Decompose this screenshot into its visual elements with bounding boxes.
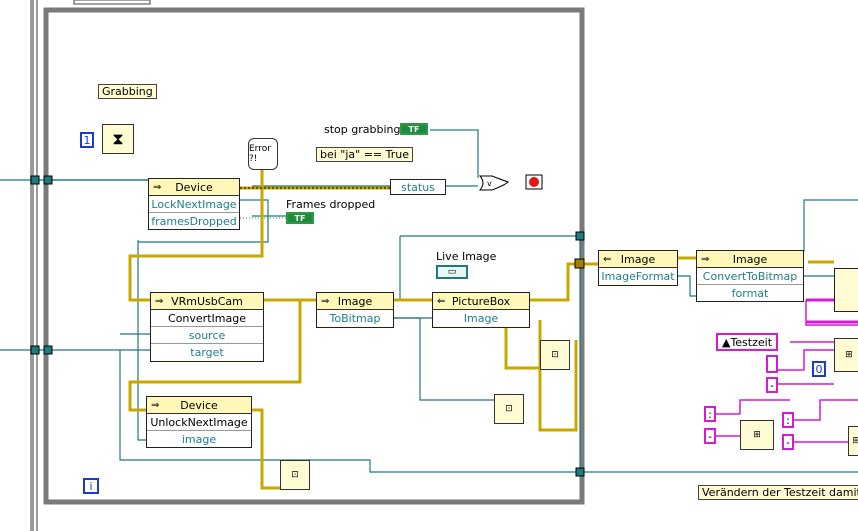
image-convert-node[interactable]: ⇒ Image ConvertToBitmap format [696, 250, 804, 302]
picturebox-prop[interactable]: Image [433, 310, 529, 326]
image-bitmap-method[interactable]: ToBitmap [317, 310, 393, 326]
image-convert-format[interactable]: format [697, 284, 803, 301]
device-unlock-method[interactable]: UnlockNextImage [147, 414, 251, 430]
pink-terminal: - [782, 434, 794, 450]
vrm-cam-node[interactable]: ⇒ VRmUsbCam ConvertImage source target [150, 292, 264, 362]
property-arrow-icon: ⇐ [603, 253, 612, 265]
frames-dropped-bool[interactable]: TF [286, 212, 314, 224]
picturebox-node[interactable]: ⇐ PictureBox Image [432, 292, 530, 328]
partial-node-right[interactable] [834, 268, 858, 312]
pink-terminal: : [704, 406, 716, 422]
pink-terminal: : [782, 412, 794, 428]
vrm-cam-target[interactable]: target [151, 343, 263, 360]
image-format-node[interactable]: ⇐ Image ImageFormat [598, 250, 678, 286]
device-unlock-image[interactable]: image [147, 430, 251, 447]
close-reference-icon[interactable]: ⊡ [540, 340, 570, 370]
invoke-arrow-icon: ⇒ [701, 253, 710, 265]
stop-grabbing-bool[interactable]: TF [400, 123, 428, 135]
property-arrow-icon: ⇐ [437, 295, 446, 307]
status-node[interactable]: status [390, 179, 446, 195]
pink-terminal: - [766, 377, 778, 393]
device-unlock-node[interactable]: ⇒ Device UnlockNextImage image [146, 396, 252, 448]
image-format-prop[interactable]: ImageFormat [599, 268, 677, 284]
iteration-terminal: i [83, 478, 99, 494]
device-lock-node[interactable]: ⇒ Device LockNextImage framesDropped [148, 178, 240, 230]
invoke-arrow-icon: ⇒ [151, 399, 160, 411]
pink-terminal: - [704, 428, 716, 444]
status-row: status [391, 180, 445, 194]
vrm-cam-header: ⇒ VRmUsbCam [151, 293, 263, 310]
device-lock-method[interactable]: LockNextImage [149, 196, 239, 212]
image-format-header: ⇐ Image [599, 251, 677, 268]
device-unlock-header: ⇒ Device [147, 397, 251, 414]
testzeit-note: Verändern der Testzeit damit [698, 485, 858, 500]
frames-dropped-label: Frames dropped [286, 198, 376, 211]
picturebox-header: ⇐ PictureBox [433, 293, 529, 310]
live-image-label: Live Image [436, 250, 497, 263]
image-convert-header: ⇒ Image [697, 251, 803, 268]
metronome-icon: ⧗ [102, 124, 134, 154]
function-node-icon[interactable]: ⊞ [834, 338, 858, 372]
error-icon: Error ?! [248, 138, 278, 170]
pink-terminal [766, 355, 778, 373]
stop-grabbing-label: stop grabbing [324, 123, 401, 136]
invoke-arrow-icon: ⇒ [153, 181, 162, 193]
close-reference-icon[interactable]: ⊡ [280, 460, 310, 490]
vrm-cam-source[interactable]: source [151, 326, 263, 343]
close-reference-icon[interactable]: ⊡ [494, 394, 524, 424]
testzeit-control[interactable]: ▲ Testzeit [716, 333, 778, 351]
condition-label: bei "ja" == True [316, 147, 414, 162]
device-lock-prop[interactable]: framesDropped [149, 212, 239, 229]
live-image-indicator[interactable]: ▭ [436, 265, 468, 279]
vrm-cam-method[interactable]: ConvertImage [151, 310, 263, 326]
image-bitmap-node[interactable]: ⇒ Image ToBitmap [316, 292, 394, 328]
image-bitmap-header: ⇒ Image [317, 293, 393, 310]
device-lock-header: ⇒ Device [149, 179, 239, 196]
grabbing-label: Grabbing [98, 84, 157, 99]
function-node-icon[interactable]: ⊞ [740, 420, 774, 450]
invoke-arrow-icon: ⇒ [155, 295, 164, 307]
function-node-icon[interactable]: ⊞ [848, 426, 858, 456]
svg-text:v: v [487, 179, 492, 188]
constant-one[interactable]: 1 [80, 132, 94, 148]
invoke-arrow-icon: ⇒ [321, 295, 330, 307]
constant-zero[interactable]: 0 [812, 361, 826, 377]
image-convert-method[interactable]: ConvertToBitmap [697, 268, 803, 284]
